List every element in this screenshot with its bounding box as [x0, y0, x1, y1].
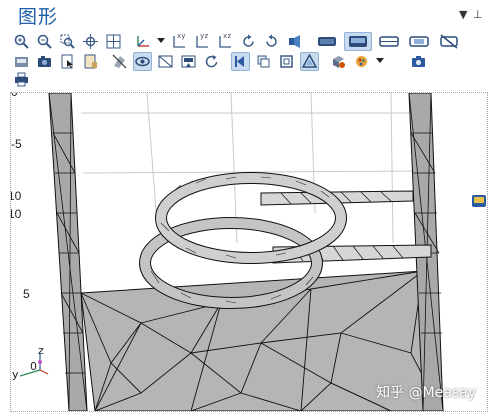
- print-icon[interactable]: [12, 70, 31, 89]
- wireframe-icon[interactable]: [314, 32, 340, 51]
- transparency-icon[interactable]: [376, 32, 402, 51]
- graphics-viewport[interactable]: 0 -5 10 10 5: [10, 92, 488, 412]
- zoom-out-icon[interactable]: [35, 32, 54, 51]
- graphics-panel-header: 图形 ▼ ⊥: [0, 0, 490, 30]
- view-xy-label: xy: [177, 31, 186, 40]
- axis-tick-label: 0: [11, 92, 18, 99]
- axis-orientation-icon[interactable]: [133, 32, 152, 51]
- rotate-ccw-icon[interactable]: [262, 32, 281, 51]
- triad-z-label: z: [38, 344, 44, 357]
- view-xz-label: xz: [223, 31, 232, 40]
- hide-icon[interactable]: [436, 32, 462, 51]
- zoom-extents-icon[interactable]: [81, 32, 100, 51]
- zoom-selection-icon[interactable]: [104, 32, 123, 51]
- graphics-toolbar-row-3: [12, 68, 472, 90]
- watermark: 知乎 @Measay: [376, 385, 476, 401]
- surface-icon[interactable]: [344, 31, 372, 51]
- triad-y-label: y: [12, 368, 19, 381]
- rotate-cw-icon[interactable]: [239, 32, 258, 51]
- mesh-scene: [48, 93, 444, 411]
- axis-dropdown-icon[interactable]: [156, 32, 166, 51]
- dropdown-arrow-icon[interactable]: ▼: [459, 8, 467, 21]
- axis-tick-label: 10: [11, 189, 22, 203]
- view-yz-label: yz: [200, 31, 209, 40]
- axis-tick-label: 5: [23, 287, 30, 301]
- zoom-in-icon[interactable]: [12, 32, 31, 51]
- zoom-box-icon[interactable]: [58, 32, 77, 51]
- pin-icon[interactable]: ⊥: [473, 8, 483, 21]
- view-yz-icon[interactable]: yz: [193, 32, 212, 51]
- axis-triad: z y 0: [0, 342, 60, 382]
- graphics-toolbar-row-1: xy yz xz: [12, 30, 472, 52]
- triad-x-value: 0: [30, 360, 37, 373]
- axis-tick-label: 10: [11, 207, 22, 221]
- panel-title: 图形: [18, 6, 59, 28]
- theme-icon[interactable]: [471, 193, 487, 209]
- view-xz-icon[interactable]: xz: [216, 32, 235, 51]
- axis-tick-label: -5: [11, 137, 22, 151]
- light-icon[interactable]: [285, 32, 304, 51]
- scene-light-icon[interactable]: [406, 32, 432, 51]
- view-xy-icon[interactable]: xy: [170, 32, 189, 51]
